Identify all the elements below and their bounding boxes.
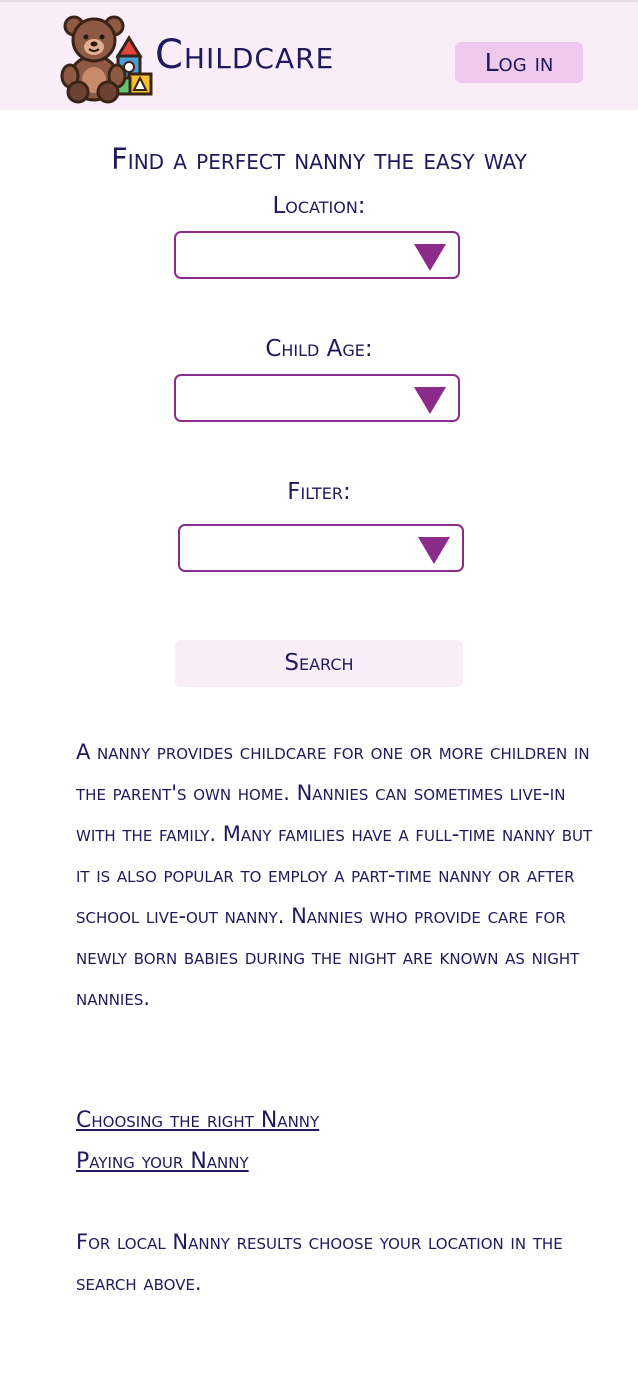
search-heading: Find a perfect nanny the easy way xyxy=(111,142,527,176)
site-header: Childcare Log in xyxy=(0,0,638,110)
filter-label: Filter: xyxy=(287,479,351,505)
nanny-description: A nanny provides childcare for one or mo… xyxy=(76,740,593,1010)
dropdown-arrow-icon xyxy=(414,244,446,271)
child-age-select[interactable] xyxy=(174,374,460,422)
dropdown-arrow-icon xyxy=(418,537,450,564)
local-results-note: For local Nanny results choose your loca… xyxy=(76,1230,563,1295)
dropdown-arrow-icon xyxy=(414,387,446,414)
search-button[interactable]: Search xyxy=(175,640,463,687)
link-choosing-nanny[interactable]: Choosing the right Nanny xyxy=(76,1100,319,1141)
location-label: Location: xyxy=(272,193,366,219)
location-select[interactable] xyxy=(174,231,460,279)
login-button[interactable]: Log in xyxy=(455,42,583,83)
link-paying-nanny[interactable]: Paying your Nanny xyxy=(76,1141,319,1182)
brand-title[interactable]: Childcare xyxy=(155,32,334,78)
info-links: Choosing the right Nanny Paying your Nan… xyxy=(76,1100,319,1182)
teddy-bear-logo-icon xyxy=(60,15,153,104)
child-age-label: Child Age: xyxy=(265,336,373,362)
filter-select[interactable] xyxy=(178,524,464,572)
